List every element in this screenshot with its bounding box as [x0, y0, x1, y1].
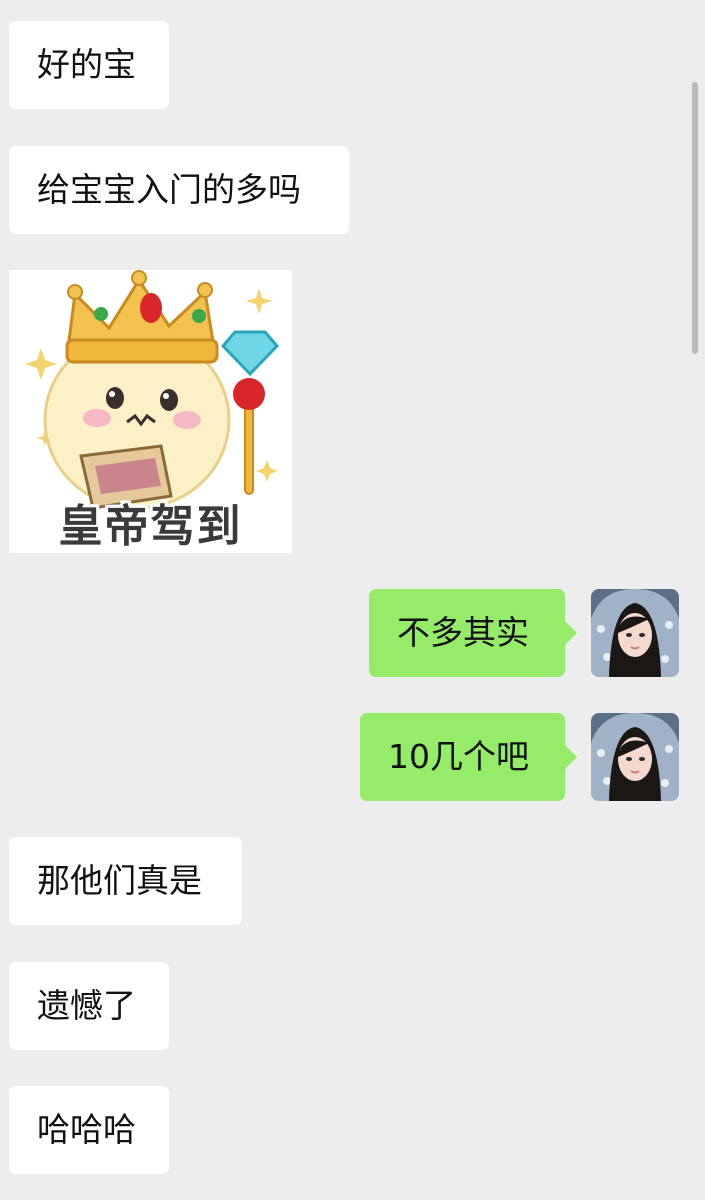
- message-text: 不多其实: [397, 613, 529, 652]
- message-text: 好的宝: [37, 45, 136, 84]
- message-text: 10几个吧: [388, 737, 529, 776]
- message-text: 给宝宝入门的多吗: [37, 170, 301, 209]
- incoming-message-bubble[interactable]: 遗憾了: [9, 962, 169, 1050]
- user-avatar[interactable]: [591, 589, 679, 677]
- outgoing-message-bubble[interactable]: 10几个吧: [360, 713, 577, 801]
- chat-message-list[interactable]: 好的宝 给宝宝入门的多吗 皇帝驾到 不多其实 10几个吧 那他们真是 遗憾了 哈…: [0, 0, 705, 1200]
- sticker-message[interactable]: 皇帝驾到: [9, 270, 292, 553]
- user-avatar[interactable]: [591, 713, 679, 801]
- scrollbar-thumb[interactable]: [692, 82, 698, 354]
- message-text: 哈哈哈: [37, 1110, 136, 1149]
- incoming-message-bubble[interactable]: 给宝宝入门的多吗: [9, 146, 349, 234]
- message-text: 那他们真是: [37, 861, 202, 900]
- message-text: 遗憾了: [37, 986, 136, 1025]
- user-avatar-photo-icon: [591, 713, 679, 801]
- outgoing-message-bubble[interactable]: 不多其实: [369, 589, 577, 677]
- user-avatar-photo-icon: [591, 589, 679, 677]
- incoming-message-bubble[interactable]: 好的宝: [9, 21, 169, 109]
- incoming-message-bubble[interactable]: 那他们真是: [9, 837, 242, 925]
- incoming-message-bubble[interactable]: 哈哈哈: [9, 1086, 169, 1174]
- sticker-caption: 皇帝驾到: [58, 501, 243, 552]
